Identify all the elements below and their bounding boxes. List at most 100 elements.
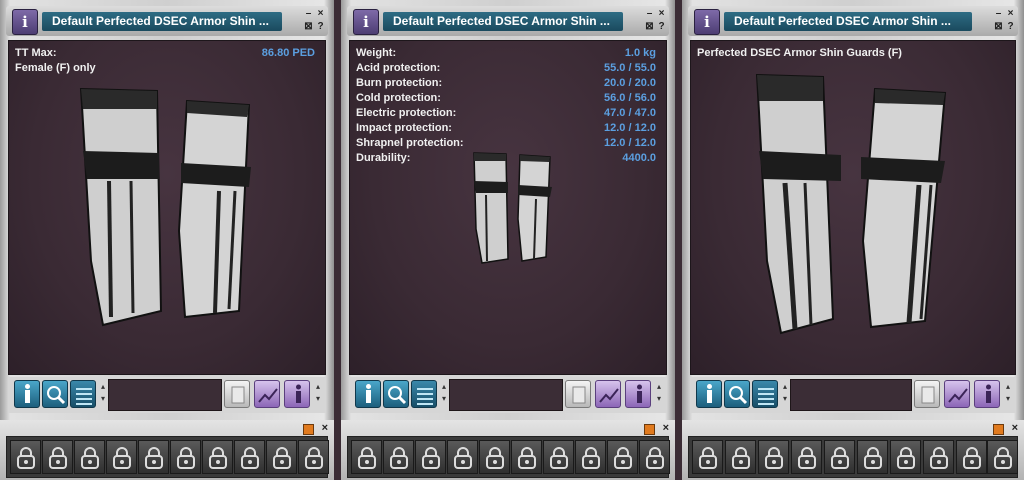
locked-slot[interactable] [106, 440, 137, 474]
window-title: Default Perfected DSEC Armor Shin ... [724, 12, 972, 31]
pin-icon[interactable]: ⊠ [303, 21, 314, 32]
item-info-button[interactable] [284, 380, 310, 408]
info-icon [296, 384, 301, 403]
locked-slot[interactable] [383, 440, 414, 474]
stat-line: Burn protection: 20.0 / 20.0 [356, 77, 656, 92]
info-icon[interactable]: i [353, 9, 379, 35]
chart-button[interactable] [944, 380, 970, 408]
lock-icon [209, 447, 227, 469]
orange-indicator[interactable] [993, 424, 1004, 435]
info-tab-button[interactable] [355, 380, 381, 408]
slot-bar: × [682, 420, 1024, 480]
locked-slot[interactable] [298, 440, 329, 474]
inspect-button[interactable] [724, 380, 750, 408]
close-button[interactable]: × [1005, 8, 1016, 19]
lock-icon [864, 447, 882, 469]
pin-icon[interactable]: ⊠ [993, 21, 1004, 32]
close-button[interactable]: × [656, 8, 667, 19]
inspect-button[interactable] [383, 380, 409, 408]
lock-icon [518, 447, 536, 469]
chart-button[interactable] [254, 380, 280, 408]
locked-slot[interactable] [758, 440, 789, 474]
info-icon [986, 384, 991, 403]
locked-slot[interactable] [202, 440, 233, 474]
locked-slot[interactable] [10, 440, 41, 474]
locked-slot[interactable] [266, 440, 297, 474]
blank-button[interactable] [914, 380, 940, 408]
minimize-button[interactable]: – [303, 8, 314, 19]
locked-slot[interactable] [824, 440, 855, 474]
details-list-button[interactable] [752, 380, 778, 408]
stat-value: 20.0 / 20.0 [604, 77, 656, 89]
toolbar-scroll-arrows[interactable]: ▴ ▾ [654, 381, 664, 405]
title-bar[interactable]: i Default Perfected DSEC Armor Shin ... … [347, 6, 669, 36]
orange-indicator[interactable] [644, 424, 655, 435]
item-info-button[interactable] [625, 380, 651, 408]
locked-slot[interactable] [639, 440, 670, 474]
locked-slot[interactable] [543, 440, 574, 474]
window-title: Default Perfected DSEC Armor Shin ... [42, 12, 282, 31]
locked-slot[interactable] [74, 440, 105, 474]
slot-bar-close-button[interactable]: × [663, 423, 669, 434]
locked-slot[interactable] [415, 440, 446, 474]
item-info-button[interactable] [974, 380, 1000, 408]
slot-bar: × [341, 420, 675, 480]
blank-button[interactable] [565, 380, 591, 408]
chart-icon [599, 388, 619, 403]
locked-slot[interactable] [170, 440, 201, 474]
lock-icon [963, 447, 981, 469]
orange-indicator[interactable] [303, 424, 314, 435]
lock-icon [486, 447, 504, 469]
info-icon [25, 384, 30, 403]
locked-slot[interactable] [987, 440, 1018, 474]
locked-slot[interactable] [575, 440, 606, 474]
lock-icon [81, 447, 99, 469]
minimize-button[interactable]: – [993, 8, 1004, 19]
locked-slot[interactable] [692, 440, 723, 474]
toolbar-scroll-arrows[interactable]: ▴ ▾ [98, 381, 108, 405]
locked-slot[interactable] [511, 440, 542, 474]
minimize-button[interactable]: – [644, 8, 655, 19]
stat-key: Impact protection: [356, 122, 452, 134]
locked-slot[interactable] [956, 440, 987, 474]
pin-icon[interactable]: ⊠ [644, 21, 655, 32]
locked-slot[interactable] [42, 440, 73, 474]
info-icon[interactable]: i [694, 9, 720, 35]
inspect-button[interactable] [42, 380, 68, 408]
locked-slot[interactable] [447, 440, 478, 474]
toolbar-scroll-arrows[interactable]: ▴ ▾ [780, 381, 790, 405]
list-icon [417, 388, 433, 405]
help-button[interactable]: ? [315, 21, 326, 32]
lock-icon [582, 447, 600, 469]
locked-slot[interactable] [607, 440, 638, 474]
locked-slot[interactable] [725, 440, 756, 474]
stat-line: Weight: 1.0 kg [356, 47, 656, 62]
details-list-button[interactable] [411, 380, 437, 408]
title-bar[interactable]: i Default Perfected DSEC Armor Shin ... … [688, 6, 1018, 36]
locked-slot[interactable] [857, 440, 888, 474]
blank-button[interactable] [224, 380, 250, 408]
toolbar-scroll-arrows[interactable]: ▴ ▾ [439, 381, 449, 405]
help-button[interactable]: ? [656, 21, 667, 32]
info-tab-button[interactable] [14, 380, 40, 408]
help-button[interactable]: ? [1005, 21, 1016, 32]
chart-button[interactable] [595, 380, 621, 408]
locked-slot[interactable] [479, 440, 510, 474]
slot-bar-close-button[interactable]: × [1012, 423, 1018, 434]
locked-slot[interactable] [351, 440, 382, 474]
locked-slot[interactable] [890, 440, 921, 474]
locked-slot[interactable] [138, 440, 169, 474]
info-tab-button[interactable] [696, 380, 722, 408]
toolbar-scroll-arrows[interactable]: ▴ ▾ [1003, 381, 1013, 405]
toolbar-scroll-arrows[interactable]: ▴ ▾ [313, 381, 323, 405]
slot-bar-close-button[interactable]: × [322, 423, 328, 434]
title-bar[interactable]: i Default Perfected DSEC Armor Shin ... … [6, 6, 328, 36]
locked-slot[interactable] [791, 440, 822, 474]
locked-slot[interactable] [923, 440, 954, 474]
stat-value: 4400.0 [622, 152, 656, 164]
close-button[interactable]: × [315, 8, 326, 19]
locked-slot[interactable] [234, 440, 265, 474]
item-info-window-1: i Default Perfected DSEC Armor Shin ... … [0, 0, 334, 480]
details-list-button[interactable] [70, 380, 96, 408]
info-icon[interactable]: i [12, 9, 38, 35]
